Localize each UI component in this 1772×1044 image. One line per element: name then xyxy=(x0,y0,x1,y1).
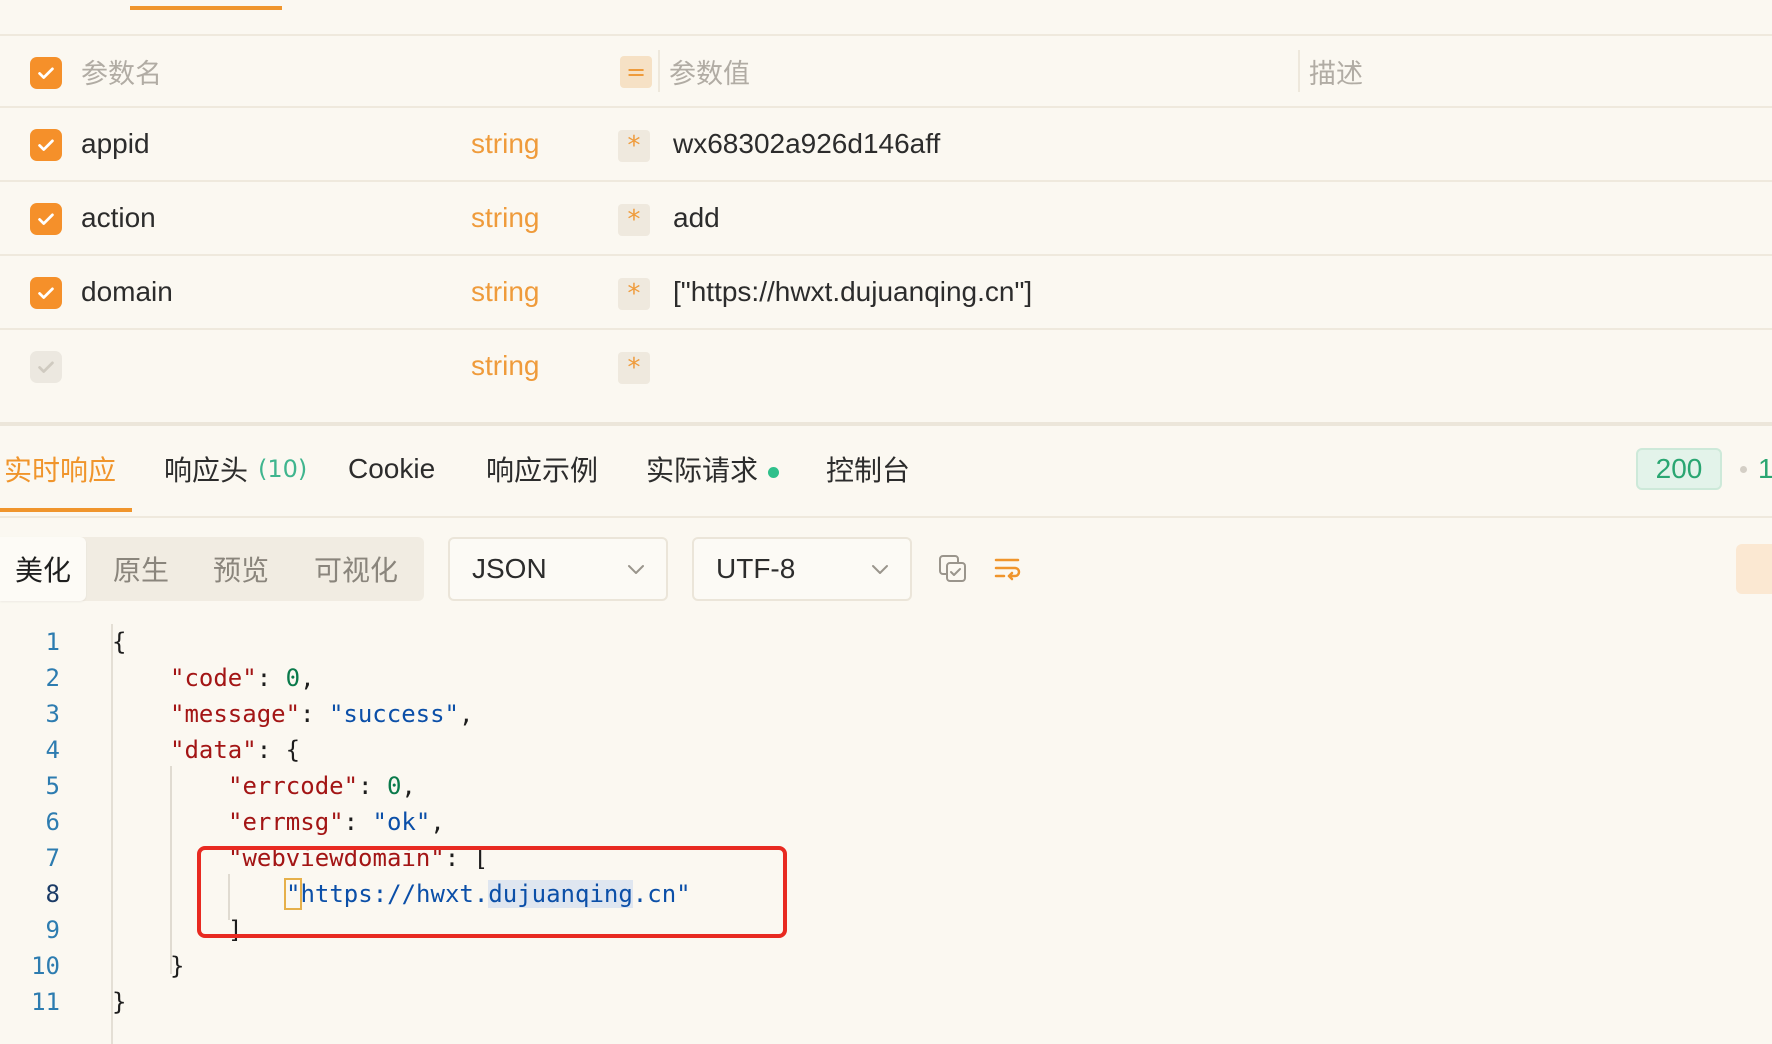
param-value[interactable]: wx68302a926d146aff xyxy=(673,108,940,180)
param-type[interactable]: string xyxy=(471,108,539,180)
chevron-down-icon xyxy=(628,565,644,574)
check-icon xyxy=(38,139,54,151)
param-row: appid string * wx68302a926d146aff xyxy=(0,108,1772,182)
tab-actual-request[interactable]: 实际请求 xyxy=(646,426,780,512)
line-number: 6 xyxy=(45,808,60,836)
json-number: 0 xyxy=(285,664,301,692)
line-number: 10 xyxy=(31,952,60,980)
param-enable-checkbox[interactable] xyxy=(30,277,62,309)
check-icon xyxy=(38,361,54,373)
active-tab-indicator xyxy=(130,6,282,10)
param-row: action string * add xyxy=(0,182,1772,256)
param-name[interactable]: appid xyxy=(81,108,150,180)
json-key: "errcode" xyxy=(228,772,359,800)
indent-guide xyxy=(170,766,172,974)
tab-console[interactable]: 控制台 xyxy=(826,426,910,512)
header-param-value: 参数值 xyxy=(669,58,750,89)
active-tab-underline xyxy=(0,508,132,512)
select-all-checkbox[interactable] xyxy=(30,57,62,89)
status-dot-icon xyxy=(768,466,780,478)
format-select[interactable]: JSON xyxy=(448,537,668,601)
encoding-select[interactable]: UTF-8 xyxy=(692,537,912,601)
check-icon xyxy=(38,213,54,225)
required-marker[interactable]: * xyxy=(618,352,650,384)
json-number: 0 xyxy=(386,772,402,800)
param-name[interactable]: action xyxy=(81,182,156,254)
separator-dot xyxy=(1740,466,1747,473)
tab-label: 响应头 xyxy=(164,454,249,487)
column-divider[interactable] xyxy=(1298,50,1300,92)
status-code-badge: 200 xyxy=(1636,448,1722,490)
view-visualize[interactable]: 可视化 xyxy=(296,537,416,601)
chevron-down-icon xyxy=(872,565,888,574)
column-divider[interactable] xyxy=(658,50,660,92)
tab-response-example[interactable]: 响应示例 xyxy=(486,426,598,512)
param-name[interactable]: domain xyxy=(81,256,173,328)
headers-count: (10) xyxy=(258,455,308,483)
check-icon xyxy=(38,287,54,299)
line-number: 5 xyxy=(45,772,60,800)
tab-cookie[interactable]: Cookie xyxy=(348,426,435,512)
line-number: 4 xyxy=(45,736,60,764)
json-key: "errmsg" xyxy=(228,808,344,836)
required-marker[interactable]: * xyxy=(618,278,650,310)
top-tab-strip xyxy=(0,0,1772,36)
param-enable-checkbox[interactable] xyxy=(30,129,62,161)
line-number: 2 xyxy=(45,664,60,692)
line-number: 11 xyxy=(31,988,60,1016)
line-number: 8 xyxy=(45,880,60,908)
copy-icon[interactable] xyxy=(936,552,970,586)
view-preview[interactable]: 预览 xyxy=(196,537,286,601)
json-key: "message" xyxy=(170,700,301,728)
params-table-header: 参数名 = 参数值 描述 xyxy=(0,36,1772,108)
json-response-editor[interactable]: 1 { 2 "code": 0, 3 "message": "success",… xyxy=(0,622,1772,1044)
line-number: 3 xyxy=(45,700,60,728)
param-type[interactable]: string xyxy=(471,182,539,254)
line-number: 1 xyxy=(45,628,60,656)
tab-response-headers[interactable]: 响应头 (10) xyxy=(164,426,307,512)
param-row-empty: string * xyxy=(0,330,1772,402)
response-tabs: 实时响应 响应头 (10) Cookie 响应示例 实际请求 控制台 200 1 xyxy=(0,422,1772,518)
required-marker[interactable]: * xyxy=(618,204,650,236)
response-time: 1 xyxy=(1758,453,1772,484)
line-number: 9 xyxy=(45,916,60,944)
extract-button[interactable] xyxy=(1736,544,1772,594)
editor-gutter-divider xyxy=(111,624,113,1044)
param-enable-checkbox[interactable] xyxy=(30,351,62,383)
json-string: "success" xyxy=(328,700,459,728)
param-row: domain string * ["https://hwxt.dujuanqin… xyxy=(0,256,1772,330)
tab-realtime-response[interactable]: 实时响应 xyxy=(4,426,116,512)
params-table: 参数名 = 参数值 描述 appid string * wx68302a926d… xyxy=(0,36,1772,402)
equals-icon: = xyxy=(620,56,652,88)
param-value[interactable]: add xyxy=(673,182,720,254)
view-mode-segmented-control: 美化 原生 预览 可视化 xyxy=(0,537,424,601)
json-string: "ok" xyxy=(372,808,431,836)
param-value[interactable]: ["https://hwxt.dujuanqing.cn"] xyxy=(673,256,1032,328)
header-description: 描述 xyxy=(1309,58,1363,90)
json-key: "data" xyxy=(170,736,257,764)
api-debug-panel: 参数名 = 参数值 描述 appid string * wx68302a926d… xyxy=(0,0,1772,1044)
param-type[interactable]: string xyxy=(471,256,539,328)
check-icon xyxy=(38,67,54,79)
tab-label: 实际请求 xyxy=(646,454,759,487)
line-number: 7 xyxy=(45,844,60,872)
required-marker[interactable]: * xyxy=(618,130,650,162)
annotation-highlight-box xyxy=(197,846,787,938)
encoding-value: UTF-8 xyxy=(716,553,796,584)
view-raw[interactable]: 原生 xyxy=(96,537,186,601)
param-type[interactable]: string xyxy=(471,330,539,402)
word-wrap-icon[interactable] xyxy=(991,552,1025,586)
format-value: JSON xyxy=(472,553,547,584)
view-beautify[interactable]: 美化 xyxy=(0,537,86,601)
param-enable-checkbox[interactable] xyxy=(30,203,62,235)
json-key: "code" xyxy=(170,664,257,692)
header-param-name: 参数名 xyxy=(81,58,162,89)
